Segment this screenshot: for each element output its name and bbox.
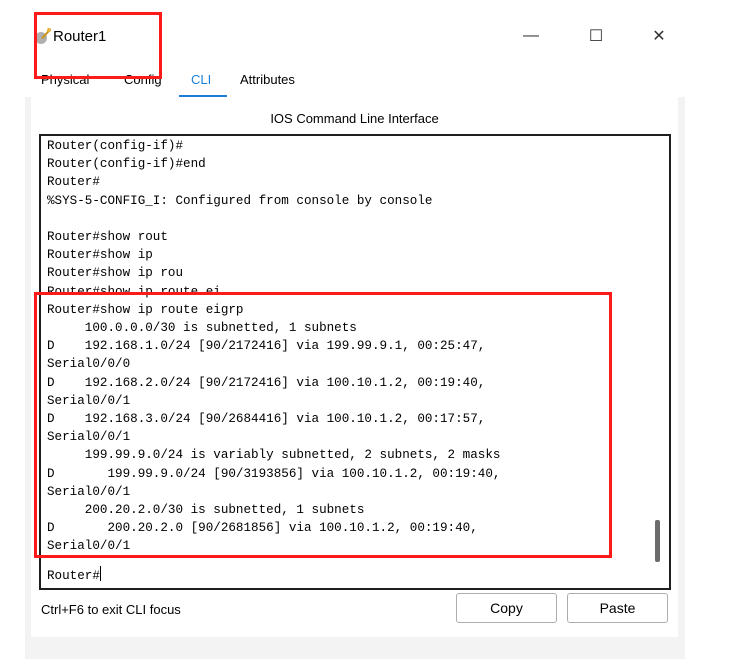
terminal-line: Router#show ip route eigrp — [47, 302, 244, 317]
terminal-line: Router#show rout — [47, 230, 168, 245]
maximize-button[interactable]: ☐ — [574, 25, 618, 47]
tab-cli[interactable]: CLI — [191, 72, 211, 87]
terminal-line: Serial0/0/0 — [47, 357, 131, 372]
panel-title: IOS Command Line Interface — [270, 111, 439, 126]
tab-bar: Physical Config CLI Attributes — [25, 69, 685, 98]
minimize-icon: — — [523, 27, 539, 44]
terminal-line: Router# — [47, 175, 100, 190]
title-bar[interactable]: Router1 — ☐ ✕ — [25, 25, 685, 69]
terminal-line: Serial0/0/1 — [47, 484, 131, 499]
terminal-line: Router#show ip route ei — [47, 284, 221, 299]
terminal-line: 200.20.2.0/30 is subnetted, 1 subnets — [47, 503, 365, 518]
terminal-line: Serial0/0/1 — [47, 539, 131, 554]
scrollbar-thumb[interactable] — [655, 520, 660, 562]
terminal-prompt-line[interactable]: Router# — [47, 566, 101, 585]
close-button[interactable]: ✕ — [637, 25, 681, 47]
terminal-line: Serial0/0/1 — [47, 430, 131, 445]
terminal-line: D 192.168.3.0/24 [90/2684416] via 100.10… — [47, 412, 486, 427]
terminal-line: Serial0/0/1 — [47, 393, 131, 408]
terminal-line: Router#show ip — [47, 248, 153, 263]
terminal-line: D 199.99.9.0/24 [90/3193856] via 100.10.… — [47, 466, 501, 481]
terminal-line: D 192.168.1.0/24 [90/2172416] via 199.99… — [47, 339, 486, 354]
copy-button[interactable]: Copy — [456, 593, 557, 623]
tab-attributes[interactable]: Attributes — [240, 72, 295, 87]
terminal-output: Router(config-if)# Router(config-if)#end… — [47, 137, 500, 556]
terminal-line: 199.99.9.0/24 is variably subnetted, 2 s… — [47, 448, 501, 463]
terminal-line: Router(config-if)# — [47, 139, 184, 153]
terminal-line: %SYS-5-CONFIG_I: Configured from console… — [47, 193, 433, 208]
minimize-button[interactable]: — — [509, 25, 553, 47]
terminal-line: D 192.168.2.0/24 [90/2172416] via 100.10… — [47, 375, 486, 390]
paste-button[interactable]: Paste — [567, 593, 668, 623]
window-title: Router1 — [53, 28, 107, 45]
terminal-line: D 200.20.2.0 [90/2681856] via 100.10.1.2… — [47, 521, 478, 536]
tab-physical[interactable]: Physical — [41, 72, 89, 87]
cli-terminal[interactable]: Router(config-if)# Router(config-if)#end… — [39, 134, 671, 590]
router1-window: Router1 — ☐ ✕ Physical Config CLI Attrib… — [25, 25, 685, 659]
terminal-line: Router(config-if)#end — [47, 157, 206, 172]
terminal-line: 100.0.0.0/30 is subnetted, 1 subnets — [47, 321, 357, 336]
tab-config[interactable]: Config — [124, 72, 162, 87]
text-cursor — [99, 566, 101, 581]
terminal-line: Router#show ip rou — [47, 266, 184, 281]
router-app-icon — [35, 28, 51, 44]
cli-focus-hint: Ctrl+F6 to exit CLI focus — [41, 602, 181, 617]
maximize-icon: ☐ — [588, 28, 604, 45]
terminal-prompt: Router# — [47, 569, 100, 583]
close-icon: ✕ — [652, 28, 666, 45]
terminal-scrollbar[interactable] — [645, 136, 669, 588]
